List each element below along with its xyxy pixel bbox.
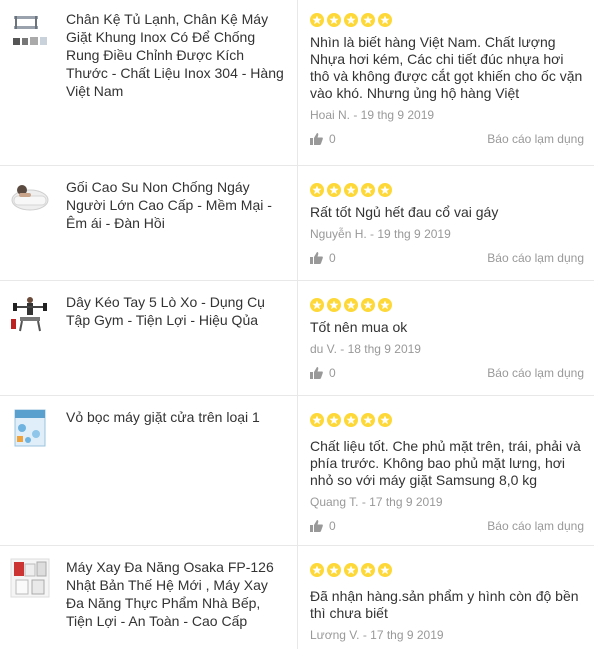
star-icon bbox=[327, 298, 341, 312]
washing-stand-image[interactable] bbox=[10, 10, 50, 50]
like-count: 0 bbox=[329, 366, 336, 380]
pillow-image[interactable] bbox=[10, 178, 50, 218]
review-author-date: du V. - 18 thg 9 2019 bbox=[310, 342, 421, 356]
star-icon bbox=[344, 413, 358, 427]
product-name-link[interactable]: Máy Xay Đa Năng Osaka FP-126 Nhật Bản Th… bbox=[66, 558, 285, 639]
review-comment: Đã nhận hàng.sản phẩm y hình còn độ bền … bbox=[310, 588, 579, 621]
star-icon bbox=[327, 13, 341, 27]
star-icon bbox=[378, 413, 392, 427]
product-cell: Dây Kéo Tay 5 Lò Xo - Dụng Cụ Tập Gym - … bbox=[0, 281, 298, 395]
report-abuse-link[interactable]: Báo cáo lạm dụng bbox=[487, 366, 584, 380]
star-icon bbox=[310, 183, 324, 197]
review-cell: Nhìn là biết hàng Việt Nam. Chất lượng N… bbox=[298, 0, 594, 165]
rating-stars bbox=[310, 413, 584, 427]
like-button[interactable]: 0 bbox=[310, 132, 336, 146]
star-icon bbox=[344, 298, 358, 312]
star-icon bbox=[361, 413, 375, 427]
star-icon bbox=[378, 563, 392, 577]
review-row: Dây Kéo Tay 5 Lò Xo - Dụng Cụ Tập Gym - … bbox=[0, 281, 594, 396]
thumbs-up-icon bbox=[310, 367, 323, 379]
spring-expander-image[interactable] bbox=[10, 293, 50, 333]
review-author-date: Lương V. - 17 thg 9 2019 bbox=[310, 628, 444, 642]
star-icon bbox=[310, 413, 324, 427]
report-abuse-link[interactable]: Báo cáo lạm dụng bbox=[487, 519, 584, 533]
star-icon bbox=[378, 298, 392, 312]
rating-stars bbox=[310, 563, 584, 577]
thumbs-up-icon bbox=[310, 252, 323, 264]
star-icon bbox=[378, 183, 392, 197]
review-comment: Rất tốt Ngủ hết đau cổ vai gáy bbox=[310, 204, 499, 220]
star-icon bbox=[327, 183, 341, 197]
product-name-link[interactable]: Chân Kệ Tủ Lạnh, Chân Kệ Máy Giặt Khung … bbox=[66, 10, 285, 155]
review-author-date: Nguyễn H. - 19 thg 9 2019 bbox=[310, 227, 451, 241]
review-list: Chân Kệ Tủ Lạnh, Chân Kệ Máy Giặt Khung … bbox=[0, 0, 594, 649]
review-actions: 0 Báo cáo lạm dụng bbox=[310, 519, 584, 533]
star-icon bbox=[361, 563, 375, 577]
product-cell: Gối Cao Su Non Chống Ngáy Người Lớn Cao … bbox=[0, 166, 298, 280]
star-icon bbox=[327, 563, 341, 577]
star-icon bbox=[344, 183, 358, 197]
star-icon bbox=[361, 298, 375, 312]
like-button[interactable]: 0 bbox=[310, 366, 336, 380]
star-icon bbox=[310, 13, 324, 27]
rating-stars bbox=[310, 13, 584, 27]
review-comment: Tốt nên mua ok bbox=[310, 319, 408, 335]
review-cell: Đã nhận hàng.sản phẩm y hình còn độ bền … bbox=[298, 546, 594, 649]
like-count: 0 bbox=[329, 132, 336, 146]
review-author-date: Hoai N. - 19 thg 9 2019 bbox=[310, 108, 435, 122]
like-button[interactable]: 0 bbox=[310, 251, 336, 265]
review-actions: 0 Báo cáo lạm dụng bbox=[310, 132, 584, 146]
star-icon bbox=[344, 13, 358, 27]
rating-stars bbox=[310, 183, 584, 197]
review-author-date: Quang T. - 17 thg 9 2019 bbox=[310, 495, 443, 509]
like-count: 0 bbox=[329, 251, 336, 265]
review-row: Chân Kệ Tủ Lạnh, Chân Kệ Máy Giặt Khung … bbox=[0, 0, 594, 166]
review-row: Vỏ bọc máy giặt cửa trên loại 1 Chất liệ… bbox=[0, 396, 594, 546]
review-comment: Nhìn là biết hàng Việt Nam. Chất lượng N… bbox=[310, 34, 583, 101]
report-abuse-link[interactable]: Báo cáo lạm dụng bbox=[487, 251, 584, 265]
like-count: 0 bbox=[329, 519, 336, 533]
star-icon bbox=[310, 298, 324, 312]
star-icon bbox=[310, 563, 324, 577]
star-icon bbox=[327, 413, 341, 427]
review-cell: Chất liệu tốt. Che phủ mặt trên, trái, p… bbox=[298, 396, 594, 545]
review-actions: 0 Báo cáo lạm dụng bbox=[310, 366, 584, 380]
star-icon bbox=[378, 13, 392, 27]
review-row: Gối Cao Su Non Chống Ngáy Người Lớn Cao … bbox=[0, 166, 594, 281]
star-icon bbox=[361, 183, 375, 197]
thumbs-up-icon bbox=[310, 520, 323, 532]
review-cell: Rất tốt Ngủ hết đau cổ vai gáy Nguyễn H.… bbox=[298, 166, 594, 280]
product-cell: Vỏ bọc máy giặt cửa trên loại 1 bbox=[0, 396, 298, 545]
product-name-link[interactable]: Dây Kéo Tay 5 Lò Xo - Dụng Cụ Tập Gym - … bbox=[66, 293, 285, 385]
product-name-link[interactable]: Gối Cao Su Non Chống Ngáy Người Lớn Cao … bbox=[66, 178, 285, 270]
product-cell: Máy Xay Đa Năng Osaka FP-126 Nhật Bản Th… bbox=[0, 546, 298, 649]
food-processor-image[interactable] bbox=[10, 558, 50, 598]
star-icon bbox=[344, 563, 358, 577]
review-actions: 0 Báo cáo lạm dụng bbox=[310, 251, 584, 265]
rating-stars bbox=[310, 298, 584, 312]
report-abuse-link[interactable]: Báo cáo lạm dụng bbox=[487, 132, 584, 146]
review-row: Máy Xay Đa Năng Osaka FP-126 Nhật Bản Th… bbox=[0, 546, 594, 649]
like-button[interactable]: 0 bbox=[310, 519, 336, 533]
star-icon bbox=[361, 13, 375, 27]
thumbs-up-icon bbox=[310, 133, 323, 145]
product-cell: Chân Kệ Tủ Lạnh, Chân Kệ Máy Giặt Khung … bbox=[0, 0, 298, 165]
review-comment: Chất liệu tốt. Che phủ mặt trên, trái, p… bbox=[310, 438, 581, 488]
product-name-link[interactable]: Vỏ bọc máy giặt cửa trên loại 1 bbox=[66, 408, 260, 535]
review-cell: Tốt nên mua ok du V. - 18 thg 9 2019 0 B… bbox=[298, 281, 594, 395]
washer-cover-image[interactable] bbox=[10, 408, 50, 448]
